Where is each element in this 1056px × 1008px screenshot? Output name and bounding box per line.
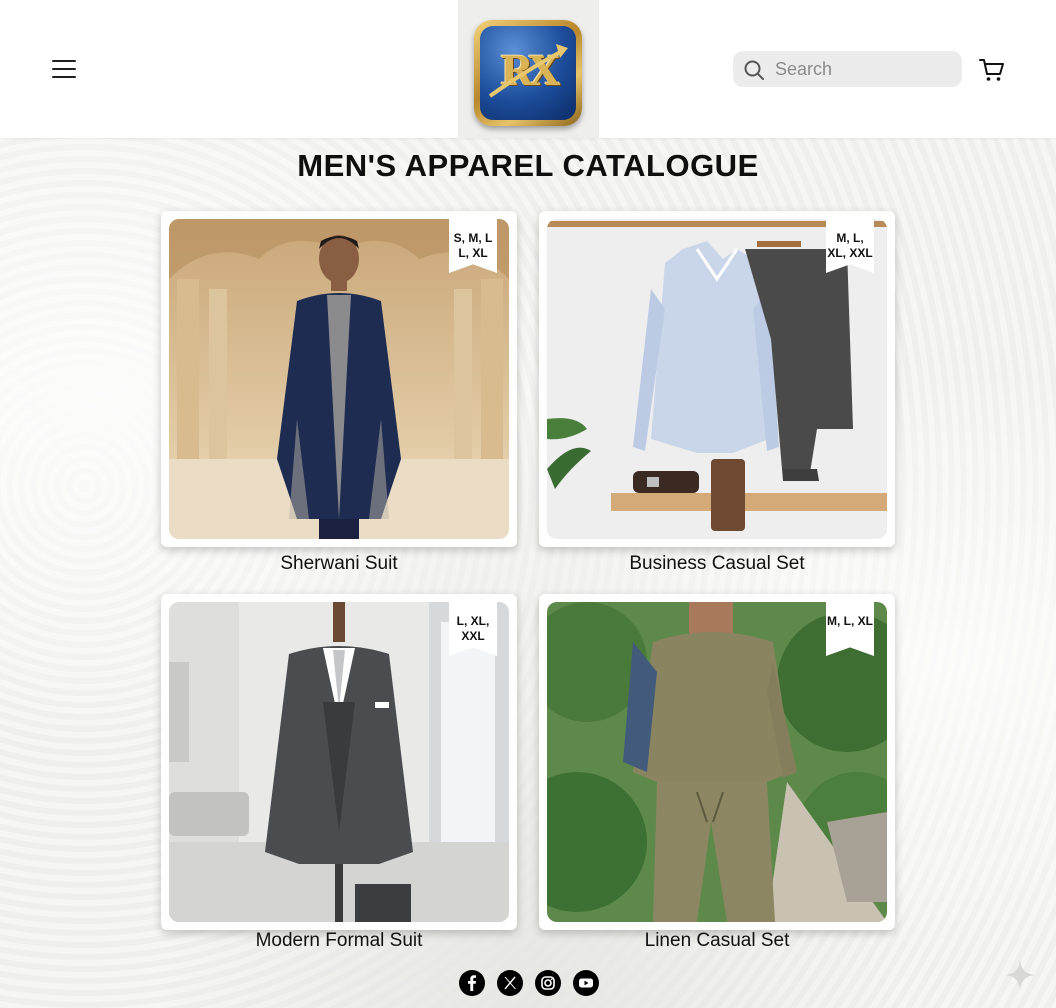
- size-tag: M, L, XL: [826, 594, 874, 656]
- logo-inner: RX: [480, 26, 576, 120]
- product-name[interactable]: Linen Casual Set: [539, 930, 895, 952]
- page-title: MEN'S APPAREL CATALOGUE: [297, 148, 759, 183]
- menu-bar: [52, 68, 76, 70]
- hamburger-menu-button[interactable]: [50, 56, 80, 82]
- product-name[interactable]: Business Casual Set: [539, 553, 895, 575]
- logo-badge: RX: [474, 20, 582, 126]
- product-card-modern-formal-suit[interactable]: L, XL, XXL: [161, 594, 517, 930]
- product-card-linen-casual-set[interactable]: M, L, XL: [539, 594, 895, 930]
- x-icon[interactable]: [497, 970, 523, 996]
- product-name[interactable]: Modern Formal Suit: [161, 930, 517, 952]
- menu-bar: [52, 60, 76, 62]
- page-background-texture: [0, 138, 1056, 1008]
- sparkle-icon: [1004, 959, 1036, 991]
- brand-logo[interactable]: RX: [458, 0, 599, 138]
- facebook-icon[interactable]: [459, 970, 485, 996]
- product-card-sherwani-suit[interactable]: S, M, L L, XL: [161, 211, 517, 547]
- size-tag: M, L, XL, XXL: [826, 211, 874, 273]
- instagram-icon[interactable]: [535, 970, 561, 996]
- search-icon: [744, 60, 764, 80]
- cart-button[interactable]: [978, 56, 1006, 84]
- youtube-icon[interactable]: [573, 970, 599, 996]
- logo-swoosh-icon: [488, 44, 568, 98]
- product-card-business-casual-set[interactable]: M, L, XL, XXL: [539, 211, 895, 547]
- site-header: RX: [0, 0, 1056, 138]
- shopping-cart-icon: [979, 59, 1004, 81]
- menu-bar: [52, 76, 76, 78]
- product-name[interactable]: Sherwani Suit: [161, 553, 517, 575]
- search-input[interactable]: [775, 55, 955, 83]
- search-bar[interactable]: [733, 51, 962, 87]
- size-tag: L, XL, XXL: [449, 594, 497, 656]
- size-tag: S, M, L L, XL: [449, 211, 497, 273]
